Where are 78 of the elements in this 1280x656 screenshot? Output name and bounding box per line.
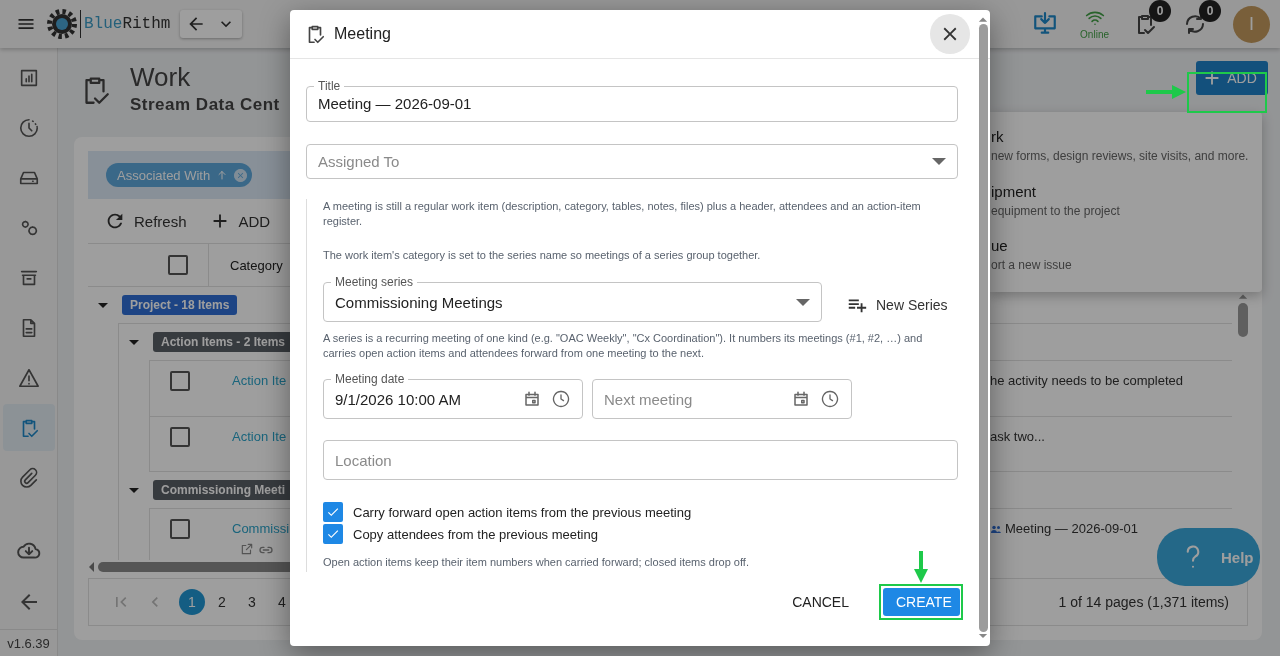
up-arrow-icon: [216, 169, 229, 181]
group-badge: Commissioning Meeti: [153, 480, 293, 500]
open-in-new-icon: [240, 542, 254, 556]
next-meeting-field[interactable]: Next meeting: [592, 379, 852, 419]
page-title: Work: [130, 62, 192, 92]
count-badge: 0: [1199, 0, 1221, 22]
text-input[interactable]: Next meeting: [604, 390, 782, 408]
connection-status: Online: [1080, 29, 1109, 40]
gear-logo-icon: [46, 8, 78, 40]
pointer-arrow: [1146, 84, 1186, 100]
item-description: ask two...: [990, 429, 1045, 444]
page-button[interactable]: 4: [269, 589, 295, 615]
location-field[interactable]: Location: [323, 440, 958, 480]
download-button[interactable]: [1032, 11, 1059, 37]
text-input[interactable]: Location: [335, 451, 946, 469]
text-input[interactable]: Commissioning Meetings: [335, 293, 786, 311]
checkbox-label: Carry forward open action items from the previous meeting: [353, 504, 692, 520]
text-input[interactable]: Assigned To: [318, 152, 922, 170]
sidebar-item[interactable]: [2, 404, 55, 451]
row-checkbox[interactable]: [170, 427, 190, 447]
meeting-series-select[interactable]: Meeting series Commissioning Meetings: [323, 275, 822, 322]
close-button[interactable]: [930, 14, 970, 54]
row-checkbox[interactable]: [170, 371, 190, 391]
item-description: Meeting — 2026-09-01: [1005, 521, 1138, 536]
caret-icon: [796, 298, 810, 306]
clock-icon: [17, 116, 40, 139]
help-text: Open action items keep their item numbers when carried forward; closed items drop off.: [323, 555, 749, 570]
pointer-arrow: [913, 551, 929, 583]
row-checkbox[interactable]: [170, 519, 190, 539]
add-button[interactable]: ADD: [208, 210, 271, 232]
brand-name: BlueRithm: [80, 10, 171, 38]
page-summary: 1 of 14 pages (1,371 items): [1058, 594, 1229, 610]
checkbox[interactable]: [323, 524, 343, 544]
text-input[interactable]: Meeting — 2026-09-01: [318, 95, 946, 113]
check-icon: [326, 527, 340, 541]
caret-icon: [932, 157, 946, 165]
meeting-date-field[interactable]: Meeting date 9/1/2026 10:00 AM: [323, 372, 583, 419]
caret-icon[interactable]: [129, 487, 139, 493]
page-subtitle: Stream Data Cent: [130, 95, 280, 115]
clock-icon: [820, 389, 840, 409]
checkbox-label: Copy attendees from the previous meeting: [353, 526, 598, 542]
count-badge: 0: [1149, 0, 1171, 22]
sync-icon: [1183, 12, 1207, 36]
refresh-button[interactable]: Refresh: [104, 210, 187, 232]
version-label: v1.6.39: [0, 629, 57, 656]
menu-item-title[interactable]: rk: [991, 128, 1004, 145]
text-input[interactable]: 9/1/2026 10:00 AM: [335, 390, 513, 408]
checkbox[interactable]: [323, 502, 343, 522]
menu-item-title[interactable]: ipment: [991, 182, 1037, 200]
new-series-button[interactable]: New Series: [846, 294, 948, 316]
assigned-to-select[interactable]: Assigned To: [306, 143, 958, 179]
item-description: he activity needs to be completed: [990, 373, 1183, 388]
close-icon: [234, 168, 248, 182]
warning-icon: [17, 366, 40, 389]
clock-icon: [551, 389, 571, 409]
cancel-button[interactable]: CANCEL: [779, 588, 862, 616]
dialog-title: Meeting: [334, 25, 391, 43]
menu-item-title[interactable]: ue: [991, 237, 1008, 255]
page-button[interactable]: 3: [239, 589, 265, 615]
monitor-download-icon: [1032, 11, 1059, 37]
caret-icon[interactable]: [98, 302, 108, 308]
help-text: A meeting is still a regular work item (description, category, tables, notes, files) plus a header, attendees and an action-item register.: [323, 199, 922, 229]
select-all-checkbox[interactable]: [168, 255, 188, 275]
calendar-icon: [792, 390, 810, 408]
help-text: A series is a recurring meeting of one kind (e.g. "OAC Weekly", "Cx Coordination"). It numbers its meetings (#1, #2, …) and carries open action items and attendees forward from one meeting to the next.: [323, 331, 924, 361]
create-button[interactable]: CREATE: [883, 588, 960, 616]
page-button[interactable]: 2: [209, 589, 235, 615]
paperclip-icon: [17, 466, 40, 489]
scroll-left-icon: [88, 561, 96, 573]
title-field[interactable]: Title Meeting — 2026-09-01: [306, 79, 958, 122]
caret-icon[interactable]: [129, 339, 139, 345]
menu-item-description: new forms, design reviews, site visits, and more.: [991, 149, 1249, 163]
help-text: The work item's category is set to the series name so meetings of a series group together.: [323, 248, 762, 263]
group-badge: Project - 18 Items: [122, 295, 238, 315]
check-icon: [326, 505, 340, 519]
menu-item-description: equipment to the project: [991, 203, 1120, 218]
menu-item-description: ort a new issue: [991, 258, 1072, 273]
calendar-icon: [523, 390, 541, 408]
